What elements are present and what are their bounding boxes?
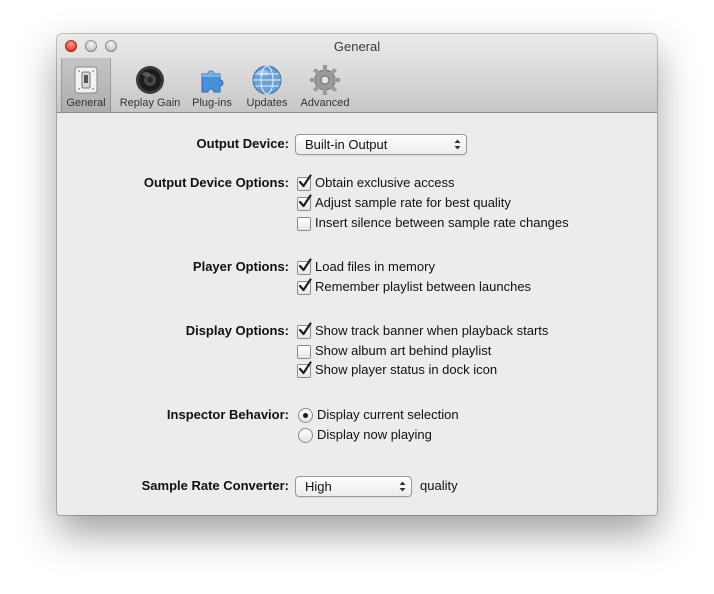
toolbar-item-advanced[interactable]: Advanced: [295, 58, 355, 112]
switch-icon: [74, 66, 98, 94]
player-options-label: Player Options:: [192, 259, 289, 274]
toolbar-label-plug-ins: Plug-ins: [192, 97, 232, 109]
checkbox-label: Show album art behind playlist: [315, 343, 492, 358]
checkbox-label: Obtain exclusive access: [315, 175, 455, 190]
checkmark-icon: [298, 174, 312, 188]
checkbox-label: Show player status in dock icon: [315, 362, 498, 377]
radio-label: Display current selection: [317, 407, 459, 422]
toolbar-item-plug-ins[interactable]: Plug-ins: [187, 58, 237, 112]
popup-arrows-icon: [399, 481, 406, 492]
puzzle-piece-icon: [201, 70, 224, 93]
checkbox-checked[interactable]: [297, 278, 312, 295]
checkbox-label: Remember playlist between launches: [315, 279, 532, 294]
checkbox-unchecked[interactable]: [297, 345, 311, 359]
checkmark-icon: [298, 322, 312, 336]
gear-icon: [310, 65, 340, 95]
checkbox-label: Insert silence between sample rate chang…: [315, 215, 569, 230]
toolbar-item-general[interactable]: General: [61, 58, 111, 112]
output-device-value: Built-in Output: [305, 137, 388, 152]
radio-label: Display now playing: [317, 427, 432, 442]
toolbar-label-advanced: Advanced: [300, 97, 350, 109]
output-device-label: Output Device:: [196, 136, 289, 151]
display-options-label: Display Options:: [185, 323, 289, 338]
checkmark-icon: [298, 194, 312, 208]
radio-unselected[interactable]: [298, 428, 313, 443]
output-device-options-label: Output Device Options:: [143, 175, 289, 190]
checkbox-checked[interactable]: [297, 361, 312, 378]
preferences-window: General General Replay Gain Plug-ins Upd…: [57, 34, 657, 515]
toolbar-label-replay-gain: Replay Gain: [119, 97, 181, 109]
checkbox-label: Load files in memory: [315, 259, 435, 274]
checkmark-icon: [298, 258, 312, 272]
checkbox-checked[interactable]: [297, 258, 312, 275]
window-title: General: [333, 39, 381, 54]
speaker-icon: [136, 66, 164, 94]
title-bar: General General Replay Gain Plug-ins Upd…: [57, 34, 657, 113]
checkbox-checked[interactable]: [297, 194, 312, 211]
checkbox-label: Adjust sample rate for best quality: [315, 195, 511, 210]
inspector-behavior-label: Inspector Behavior:: [166, 407, 289, 422]
general-pane: Output Device: Built-in Output Output De…: [57, 113, 657, 515]
checkmark-icon: [298, 361, 312, 375]
sample-rate-converter-label: Sample Rate Converter:: [141, 478, 289, 493]
toolbar-item-updates[interactable]: Updates: [241, 58, 293, 112]
toolbar-label-updates: Updates: [246, 97, 288, 109]
checkbox-label: Show track banner when playback starts: [315, 323, 549, 338]
checkbox-unchecked[interactable]: [297, 217, 311, 231]
output-device-popup[interactable]: Built-in Output: [295, 134, 467, 155]
popup-arrows-icon: [454, 139, 461, 150]
quality-suffix-label: quality: [420, 478, 458, 493]
sample-rate-converter-value: High: [305, 479, 332, 494]
toolbar-item-replay-gain[interactable]: Replay Gain: [115, 58, 185, 112]
globe-icon: [252, 65, 282, 95]
radio-selected[interactable]: [298, 408, 313, 423]
sample-rate-converter-popup[interactable]: High: [295, 476, 412, 497]
checkbox-checked[interactable]: [297, 322, 312, 339]
toolbar-label-general: General: [66, 97, 106, 109]
checkmark-icon: [298, 278, 312, 292]
checkbox-checked[interactable]: [297, 174, 312, 191]
